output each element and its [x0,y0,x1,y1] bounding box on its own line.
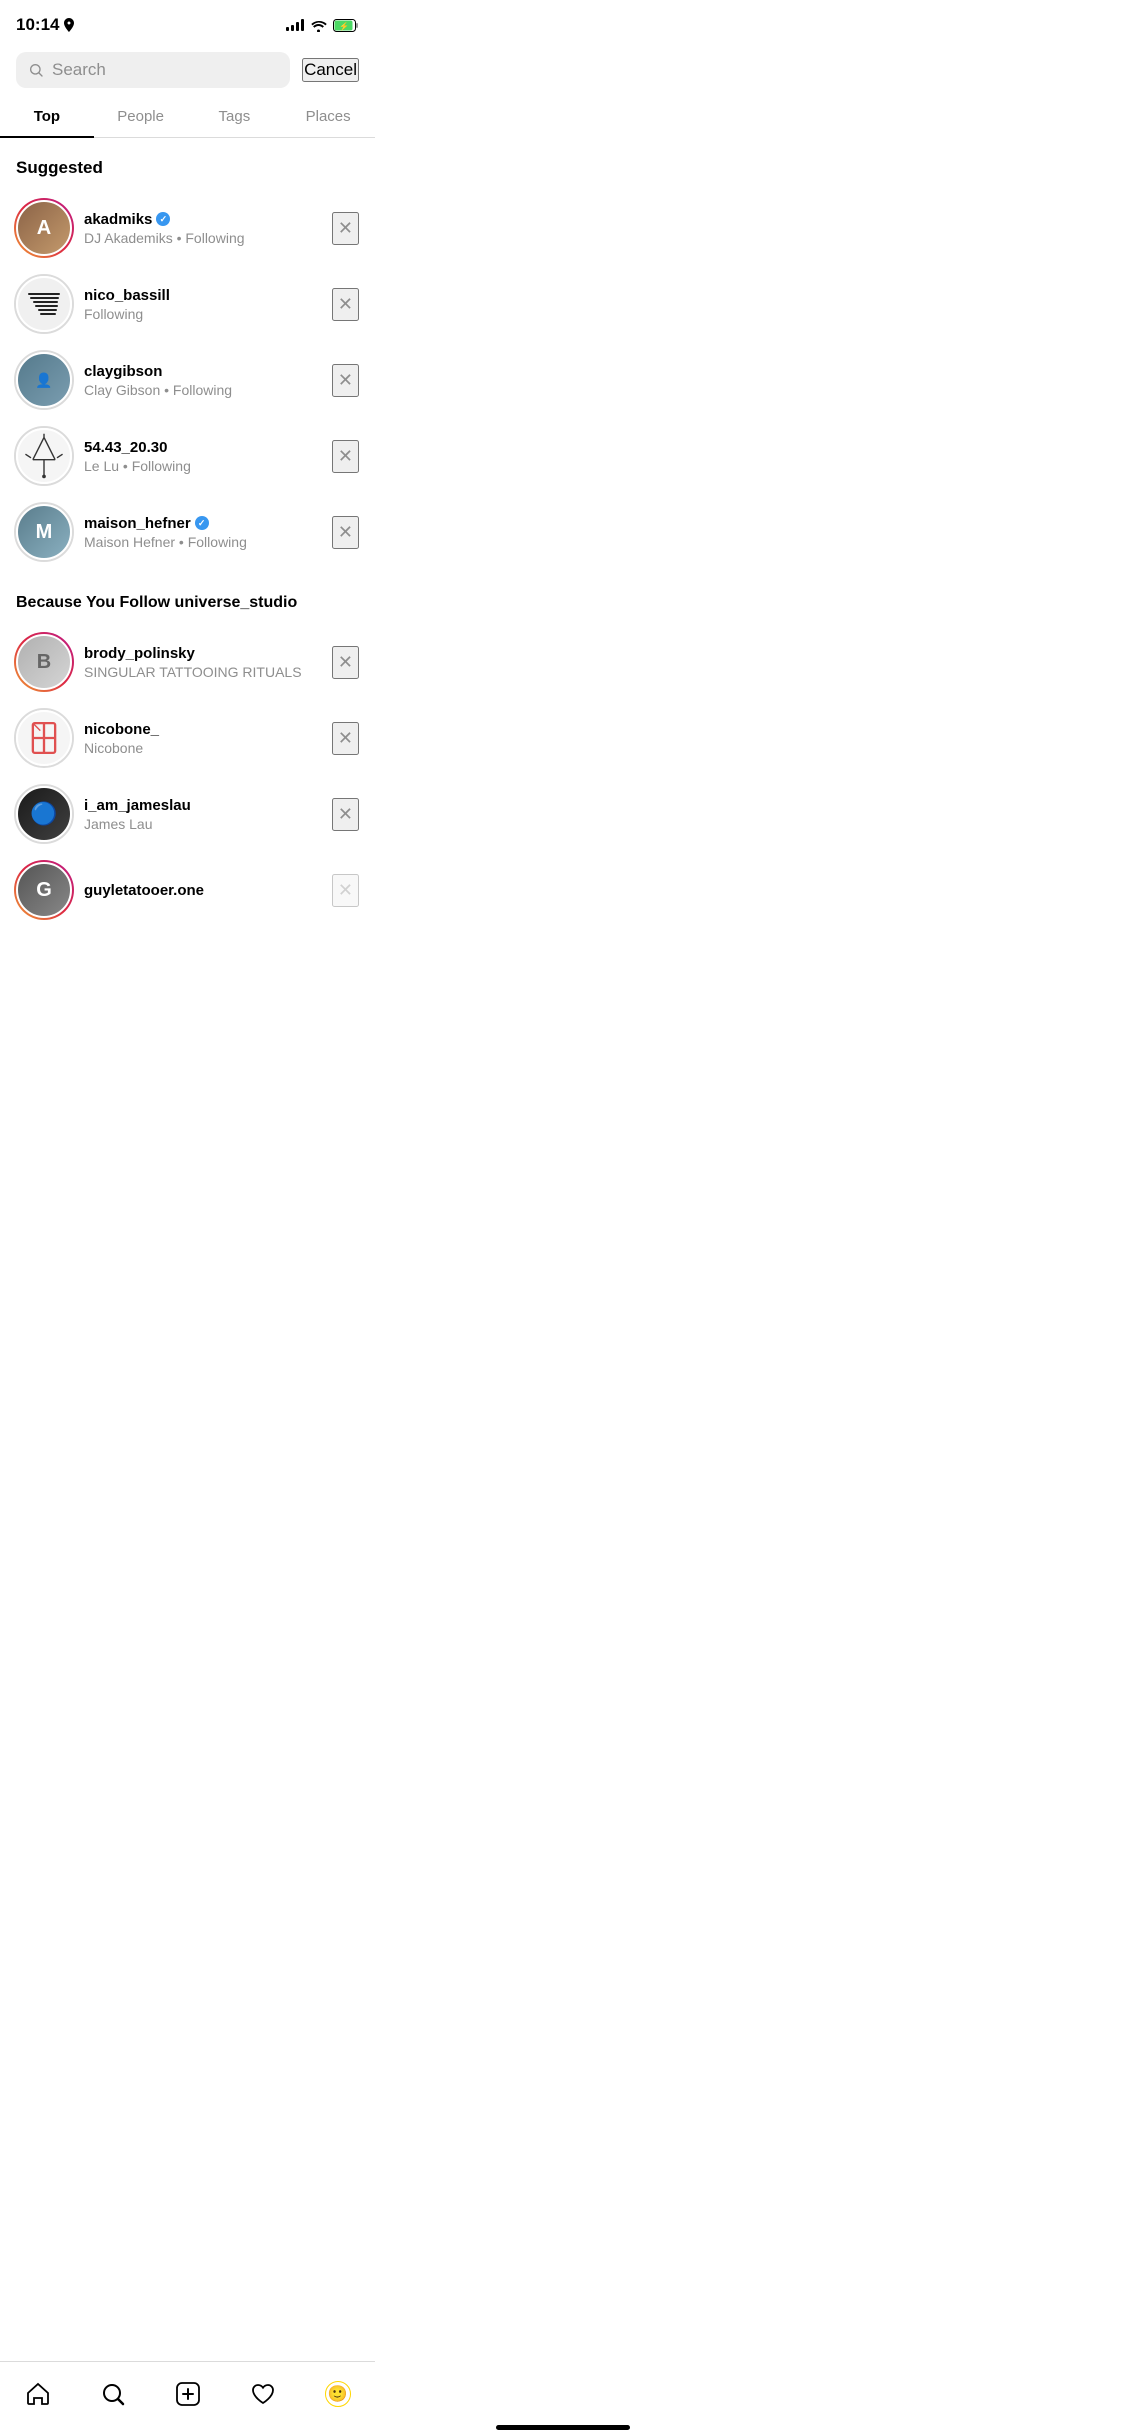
crosshair-icon [18,430,70,482]
heart-icon [250,2381,276,2407]
search-icon [28,62,44,78]
dismiss-button[interactable]: ✕ [332,874,359,907]
user-info: nico_bassill Following [84,287,320,322]
location-icon [63,18,75,32]
list-item[interactable]: nico_bassill Following ✕ [0,266,375,342]
nav-profile[interactable]: 🙂 [316,2372,360,2416]
suggested-header: Suggested [0,138,375,190]
add-icon [175,2381,201,2407]
because-you-follow-header: Because You Follow universe_studio [0,570,375,624]
list-item[interactable]: 54.43_20.30 Le Lu • Following ✕ [0,418,375,494]
nav-heart[interactable] [241,2372,285,2416]
dismiss-button[interactable]: ✕ [332,212,359,245]
signal-icon [286,19,304,31]
avatar [16,710,72,766]
home-indicator [496,2425,630,2430]
content-area: Suggested A akadmiks DJ Akademiks • Foll… [0,138,375,1008]
dismiss-button[interactable]: ✕ [332,798,359,831]
wifi-icon [310,19,327,32]
avatar: 🔵 [16,786,72,842]
avatar: B [16,634,72,690]
list-item[interactable]: A akadmiks DJ Akademiks • Following ✕ [0,190,375,266]
dismiss-button[interactable]: ✕ [332,440,359,473]
battery-icon: ⚡ [333,19,359,32]
nav-bar: 🙂 [0,2361,375,2436]
nav-search[interactable] [91,2372,135,2416]
svg-text:⚡: ⚡ [339,21,349,31]
status-bar: 10:14 ⚡ [0,0,375,44]
status-time: 10:14 [16,15,75,35]
user-info: maison_hefner Maison Hefner • Following [84,515,320,550]
avatar: M [16,504,72,560]
dismiss-button[interactable]: ✕ [332,722,359,755]
nicobone-icon [18,712,70,764]
search-icon [100,2381,126,2407]
dismiss-button[interactable]: ✕ [332,288,359,321]
tab-tags[interactable]: Tags [188,96,282,137]
avatar: 👤 [16,352,72,408]
user-info: akadmiks DJ Akademiks • Following [84,211,320,246]
home-icon [25,2381,51,2407]
status-icons: ⚡ [286,19,359,32]
dismiss-button[interactable]: ✕ [332,364,359,397]
list-item[interactable]: 👤 claygibson Clay Gibson • Following ✕ [0,342,375,418]
avatar: A [16,200,72,256]
nav-home[interactable] [16,2372,60,2416]
list-item[interactable]: G guyletatooer.one ✕ [0,852,375,928]
tab-people[interactable]: People [94,96,188,137]
list-item[interactable]: B brody_polinsky SINGULAR TATTOOING RITU… [0,624,375,700]
list-item[interactable]: M maison_hefner Maison Hefner • Followin… [0,494,375,570]
dismiss-button[interactable]: ✕ [332,516,359,549]
user-info: 54.43_20.30 Le Lu • Following [84,439,320,474]
avatar: G [16,862,72,918]
tab-places[interactable]: Places [281,96,375,137]
user-info: nicobone_ Nicobone [84,721,320,756]
user-info: i_am_jameslau James Lau [84,797,320,832]
profile-avatar: 🙂 [325,2381,351,2407]
search-bar-container: Search Cancel [0,44,375,96]
cancel-button[interactable]: Cancel [302,58,359,82]
dismiss-button[interactable]: ✕ [332,646,359,679]
search-input-wrapper[interactable]: Search [16,52,290,88]
user-info: guyletatooer.one [84,882,320,899]
tabs-container: Top People Tags Places [0,96,375,138]
user-info: claygibson Clay Gibson • Following [84,363,320,398]
search-placeholder: Search [52,60,106,80]
tab-top[interactable]: Top [0,96,94,137]
avatar [16,276,72,332]
list-item[interactable]: nicobone_ Nicobone ✕ [0,700,375,776]
user-info: brody_polinsky SINGULAR TATTOOING RITUAL… [84,645,320,680]
verified-badge [156,212,170,226]
verified-badge [195,516,209,530]
nav-add[interactable] [166,2372,210,2416]
list-item[interactable]: 🔵 i_am_jameslau James Lau ✕ [0,776,375,852]
avatar [16,428,72,484]
